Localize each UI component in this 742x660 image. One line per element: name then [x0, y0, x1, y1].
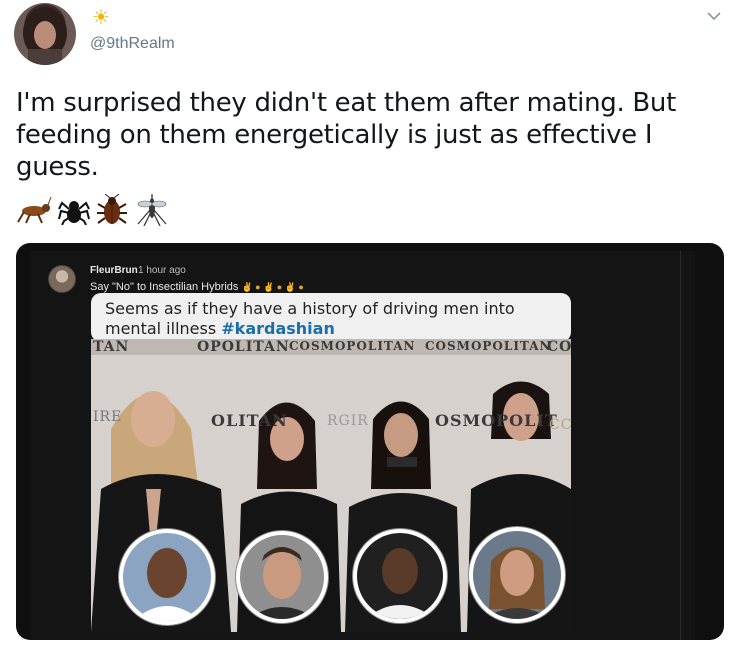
- comment-time: 1 hour ago: [138, 265, 186, 276]
- banner-text-3: COSMOPOLITAN: [289, 339, 416, 353]
- emoji-row: [16, 192, 170, 228]
- inset-portrait-2: [236, 531, 328, 623]
- banner-text-6: IRE: [93, 409, 123, 425]
- inset-portrait-3: [353, 529, 447, 623]
- profile-avatar[interactable]: [14, 3, 76, 65]
- chevron-down-icon[interactable]: [704, 8, 724, 24]
- banner-text-4: COSMOPOLITAN: [425, 339, 552, 353]
- group-photo: TAN OPOLITAN COSMOPOLITAN COSMOPOLITAN C…: [91, 339, 571, 632]
- decoration-icons: ✌ ● ✌ ● ✌ ●: [241, 282, 304, 292]
- mosquito-icon: [134, 194, 170, 226]
- spider-icon: [58, 195, 90, 225]
- banner-text-10: CC: [549, 417, 571, 433]
- banner-text-5: CO: [547, 339, 571, 355]
- quoted-caption: Seems as if they have a history of drivi…: [91, 293, 571, 342]
- tweet-media-image[interactable]: FleurBrun 1 hour ago Say "No" to Insecti…: [16, 243, 724, 640]
- commenter-avatar: [48, 265, 76, 293]
- cockroach-icon: [96, 194, 128, 226]
- commenter-name: FleurBrun: [90, 265, 138, 276]
- banner-text-7: OLITAN: [211, 411, 288, 430]
- banner-text-1: TAN: [93, 339, 130, 355]
- cricket-icon: [16, 196, 52, 224]
- user-handle[interactable]: @9thRealm: [90, 35, 175, 53]
- commenter-bio-text: Say "No" to Insectilian Hybrids: [90, 281, 239, 293]
- banner-text-2: OPOLITAN: [197, 339, 290, 355]
- commenter-bio: Say "No" to Insectilian Hybrids ✌ ● ✌ ● ✌…: [90, 281, 304, 293]
- inset-portrait-4: [469, 527, 565, 623]
- tweet-text: I'm surprised they didn't eat them after…: [16, 88, 677, 182]
- hashtag-link: #kardashian: [221, 319, 335, 338]
- banner-text-8: RGIR: [327, 413, 369, 429]
- divider: [680, 251, 681, 640]
- banner-text-9: OSMOPOLIT: [435, 411, 558, 430]
- sun-icon: ☀: [92, 7, 110, 29]
- inset-portrait-1: [119, 529, 215, 625]
